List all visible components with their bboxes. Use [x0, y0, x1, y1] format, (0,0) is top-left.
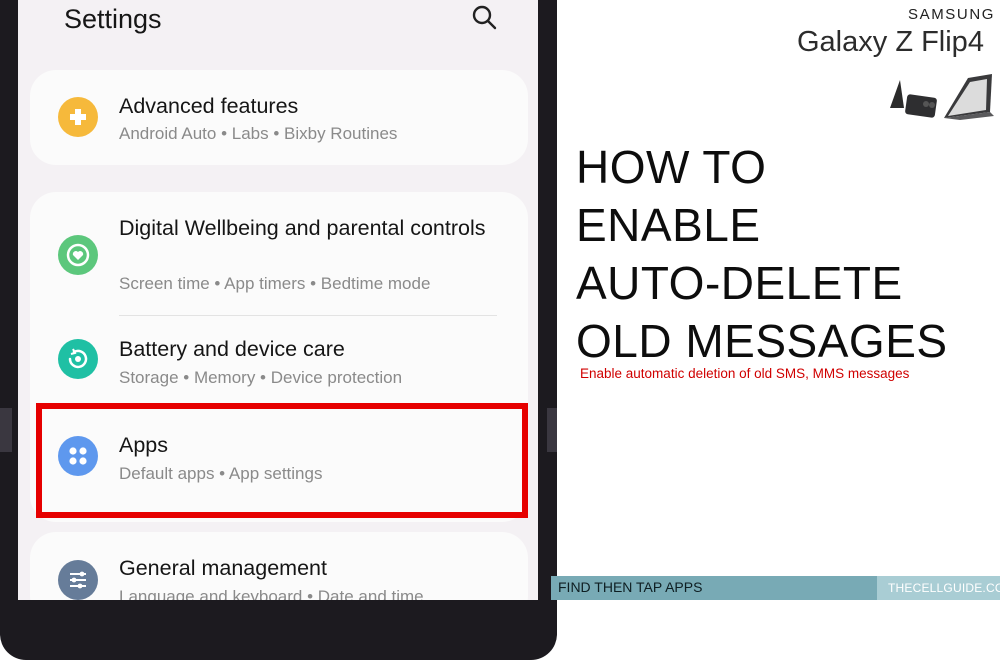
instruction-text: FIND THEN TAP APPS [558, 579, 703, 595]
page-title: Settings [64, 4, 162, 34]
phone-illustration [890, 74, 994, 120]
settings-item-title: Digital Wellbeing and parental controls [119, 216, 486, 240]
settings-item-subtitle: Android Auto • Labs • Bixby Routines [119, 124, 398, 143]
site-name: THECELLGUIDE.COM [888, 581, 1000, 595]
settings-item-general-management[interactable]: General management Language and keyboard… [30, 532, 528, 600]
search-button[interactable] [470, 3, 500, 33]
model-name: Galaxy Z Flip4 [797, 26, 984, 58]
settings-item-advanced-features[interactable]: Advanced features Android Auto • Labs • … [30, 70, 528, 165]
headline-line: ENABLE [576, 199, 761, 251]
settings-item-subtitle: Storage • Memory • Device protection [119, 368, 403, 387]
settings-item-title: Advanced features [119, 94, 299, 118]
headline-line: OLD MESSAGES [576, 315, 948, 367]
device-care-icon [58, 339, 98, 379]
settings-item-digital-wellbeing[interactable]: Digital Wellbeing and parental controls … [30, 192, 528, 312]
plus-puzzle-icon [58, 97, 98, 137]
headline: HOW TO ENABLE AUTO-DELETE OLD MESSAGES [576, 138, 948, 370]
brand-logo: SAMSUNG [908, 6, 996, 23]
settings-item-battery[interactable]: Battery and device care Storage • Memory… [30, 316, 528, 408]
settings-item-title: Battery and device care [119, 337, 345, 361]
phone-hinge-right [547, 408, 557, 452]
settings-card-general: General management Language and keyboard… [30, 532, 528, 600]
sliders-icon [58, 560, 98, 600]
headline-line: HOW TO [576, 141, 767, 193]
settings-item-subtitle: Screen time • App timers • Bedtime mode [119, 274, 431, 293]
settings-item-title: General management [119, 556, 327, 580]
headline-line: AUTO-DELETE [576, 257, 903, 309]
wellbeing-heart-icon [58, 235, 98, 275]
subheadline: Enable automatic deletion of old SMS, MM… [580, 366, 910, 381]
phone-hinge-left [0, 408, 12, 452]
search-icon [472, 5, 497, 30]
apps-highlight-box [36, 403, 528, 518]
settings-item-subtitle: Language and keyboard • Date and time [119, 587, 424, 600]
settings-card-advanced: Advanced features Android Auto • Labs • … [30, 70, 528, 165]
